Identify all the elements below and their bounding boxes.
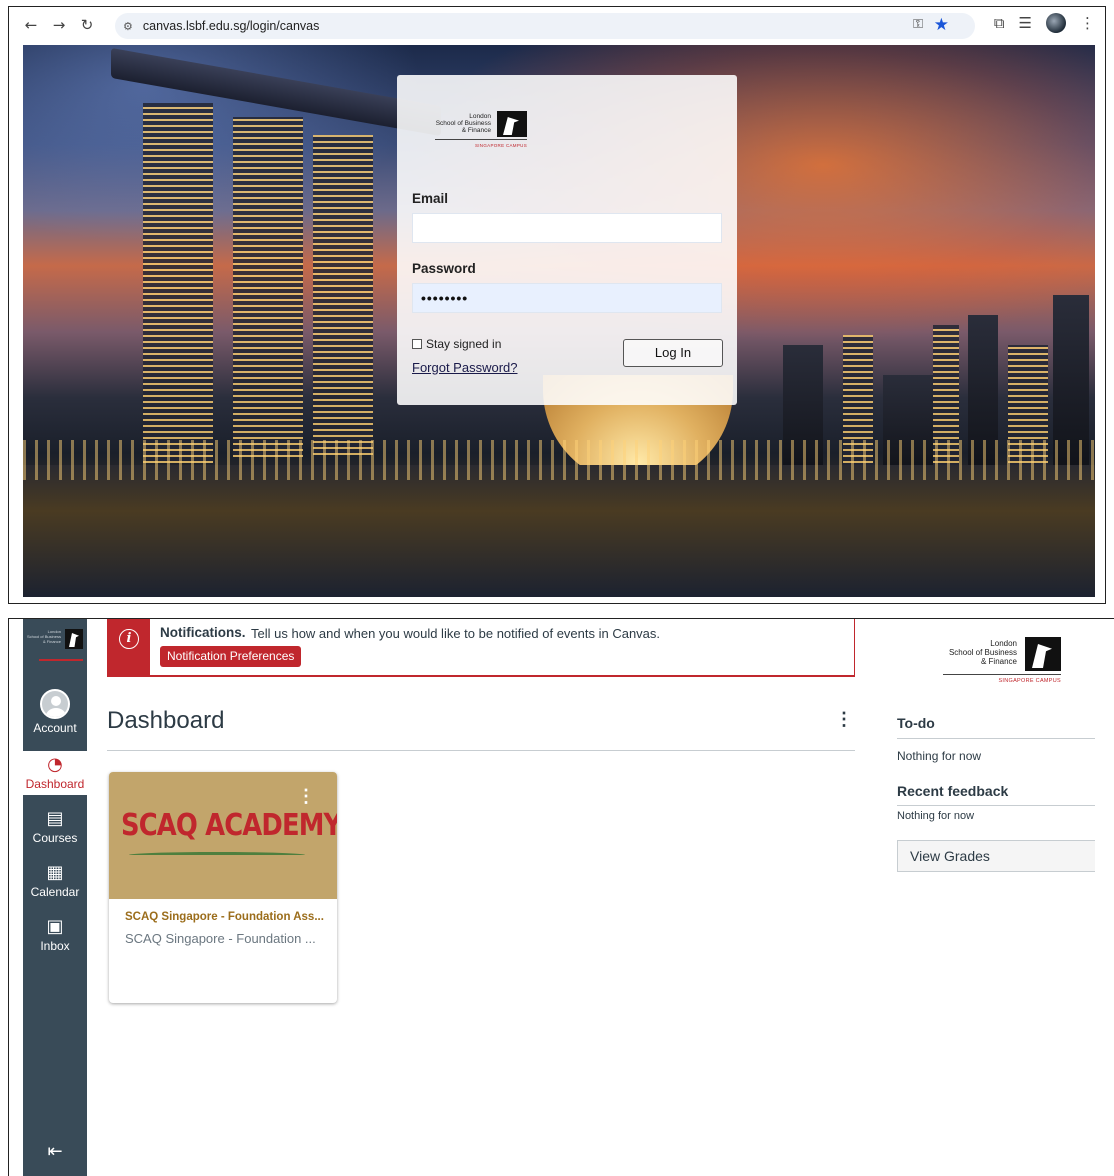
- todo-heading: To-do: [897, 715, 935, 731]
- school-logo: London School of Business & Finance SING…: [435, 111, 527, 155]
- logo-campus: SINGAPORE CAMPUS: [474, 143, 527, 148]
- login-screenshot-panel: ← → ↻ ⚙ canvas.lsbf.edu.sg/login/canvas …: [8, 6, 1106, 604]
- logo-mark-icon: [497, 111, 527, 137]
- dashboard-screenshot-panel: London School of Business & Finance Acco…: [8, 618, 1114, 1176]
- logo-text-line: School of Business: [435, 120, 491, 127]
- page-title: Dashboard: [107, 707, 225, 734]
- hotel-tower: [233, 117, 303, 457]
- password-label: Password: [412, 261, 476, 276]
- stay-signed-in-label: Stay signed in: [426, 337, 502, 351]
- notification-title: Notifications.: [160, 625, 246, 640]
- global-navigation: London School of Business & Finance Acco…: [23, 619, 87, 1176]
- address-bar[interactable]: ⚙ canvas.lsbf.edu.sg/login/canvas ⚿ ★: [115, 13, 975, 39]
- nav-school-logo[interactable]: London School of Business & Finance: [23, 625, 87, 667]
- nav-item-account[interactable]: Account: [23, 689, 87, 735]
- info-icon: i: [119, 629, 139, 649]
- nav-item-label: Account: [33, 721, 77, 735]
- course-image-swoosh: [129, 852, 305, 858]
- divider: [897, 805, 1095, 806]
- book-icon: ▤: [46, 808, 64, 829]
- reading-list-icon[interactable]: ☰: [1019, 14, 1032, 32]
- email-label: Email: [412, 191, 449, 206]
- logo-text-line: & Finance: [980, 657, 1017, 666]
- inbox-icon: ▣: [46, 916, 64, 937]
- reload-icon[interactable]: ↻: [73, 16, 101, 34]
- logo-text-line: & Finance: [42, 639, 61, 644]
- calendar-icon: ▦: [46, 862, 64, 883]
- nav-item-calendar[interactable]: ▦ Calendar: [23, 862, 87, 900]
- bookmark-star-icon[interactable]: ★: [934, 15, 949, 35]
- course-card-name[interactable]: SCAQ Singapore - Foundation Ass...: [125, 911, 325, 923]
- course-card-image[interactable]: SCAQ ACADEMY ⋮: [109, 772, 337, 899]
- course-card-code: SCAQ Singapore - Foundation ...: [125, 931, 316, 946]
- notification-banner: i Notifications. Tell us how and when yo…: [107, 619, 855, 677]
- browser-toolbar: ← → ↻ ⚙ canvas.lsbf.edu.sg/login/canvas …: [9, 7, 1105, 43]
- logo-rule: [943, 674, 1061, 675]
- logo-campus: SINGAPORE CAMPUS: [998, 678, 1061, 684]
- browser-actions: ⧉ ☰ ⋮: [994, 13, 1095, 33]
- dashboard-options-kebab-icon[interactable]: ⋮: [835, 709, 853, 730]
- logo-rule: [435, 139, 527, 140]
- logo-text-line: & Finance: [461, 127, 491, 134]
- notification-icon-box: i: [108, 619, 150, 675]
- nav-item-label: Dashboard: [25, 777, 85, 791]
- login-form-card: London School of Business & Finance SING…: [397, 75, 737, 405]
- forward-arrow-icon[interactable]: →: [45, 16, 73, 34]
- menu-kebab-icon[interactable]: ⋮: [1080, 14, 1095, 32]
- site-info-icon[interactable]: ⚙: [123, 20, 133, 33]
- nav-item-label: Inbox: [40, 939, 70, 953]
- login-button[interactable]: Log In: [623, 339, 723, 367]
- login-background-image: London School of Business & Finance SING…: [23, 45, 1095, 597]
- nav-item-label: Courses: [32, 831, 78, 845]
- logo-mark-icon: [65, 629, 83, 649]
- logo-text-line: London: [469, 113, 491, 120]
- logo-text-line: London: [990, 639, 1017, 648]
- avatar-icon: [40, 689, 70, 719]
- nav-item-dashboard[interactable]: ◔ Dashboard: [23, 751, 87, 795]
- logo-text-line: School of Business: [948, 648, 1017, 657]
- hotel-tower: [313, 135, 373, 455]
- nav-item-courses[interactable]: ▤ Courses: [23, 808, 87, 846]
- stay-signed-in-checkbox[interactable]: [412, 339, 422, 349]
- logo-mark-icon: [1025, 637, 1061, 671]
- feedback-empty-text: Nothing for now: [897, 810, 975, 822]
- waterfront-lights: [23, 440, 1095, 480]
- course-card[interactable]: SCAQ ACADEMY ⋮ SCAQ Singapore - Foundati…: [109, 772, 337, 1003]
- notification-text: Tell us how and when you would like to b…: [251, 626, 661, 641]
- nav-item-label: Calendar: [30, 885, 80, 899]
- nav-item-inbox[interactable]: ▣ Inbox: [23, 916, 87, 954]
- extensions-icon[interactable]: ⧉: [994, 14, 1005, 32]
- dashboard-gauge-icon: ◔: [47, 754, 63, 775]
- divider: [897, 738, 1095, 739]
- divider: [107, 750, 855, 751]
- view-grades-button[interactable]: View Grades: [897, 840, 1095, 872]
- todo-empty-text: Nothing for now: [897, 749, 982, 763]
- key-icon[interactable]: ⚿: [913, 17, 923, 32]
- course-image-text: SCAQ ACADEMY: [121, 808, 337, 843]
- collapse-left-icon[interactable]: ⇤: [23, 1141, 87, 1162]
- forgot-password-link[interactable]: Forgot Password?: [412, 360, 518, 375]
- hotel-tower: [143, 103, 213, 463]
- profile-avatar-icon[interactable]: [1046, 13, 1066, 33]
- sidebar-school-logo: London School of Business & Finance SING…: [943, 637, 1061, 687]
- notification-preferences-button[interactable]: Notification Preferences: [160, 646, 302, 667]
- back-arrow-icon[interactable]: ←: [17, 16, 45, 34]
- stay-signed-in[interactable]: Stay signed in: [412, 337, 501, 351]
- password-field[interactable]: ••••••••: [412, 283, 722, 313]
- recent-feedback-heading: Recent feedback: [897, 783, 1009, 799]
- course-options-kebab-icon[interactable]: ⋮: [297, 786, 315, 807]
- url-text: canvas.lsbf.edu.sg/login/canvas: [142, 19, 320, 33]
- bay-water: [23, 465, 1095, 597]
- email-field[interactable]: [412, 213, 722, 243]
- logo-campus-bar: [39, 659, 83, 661]
